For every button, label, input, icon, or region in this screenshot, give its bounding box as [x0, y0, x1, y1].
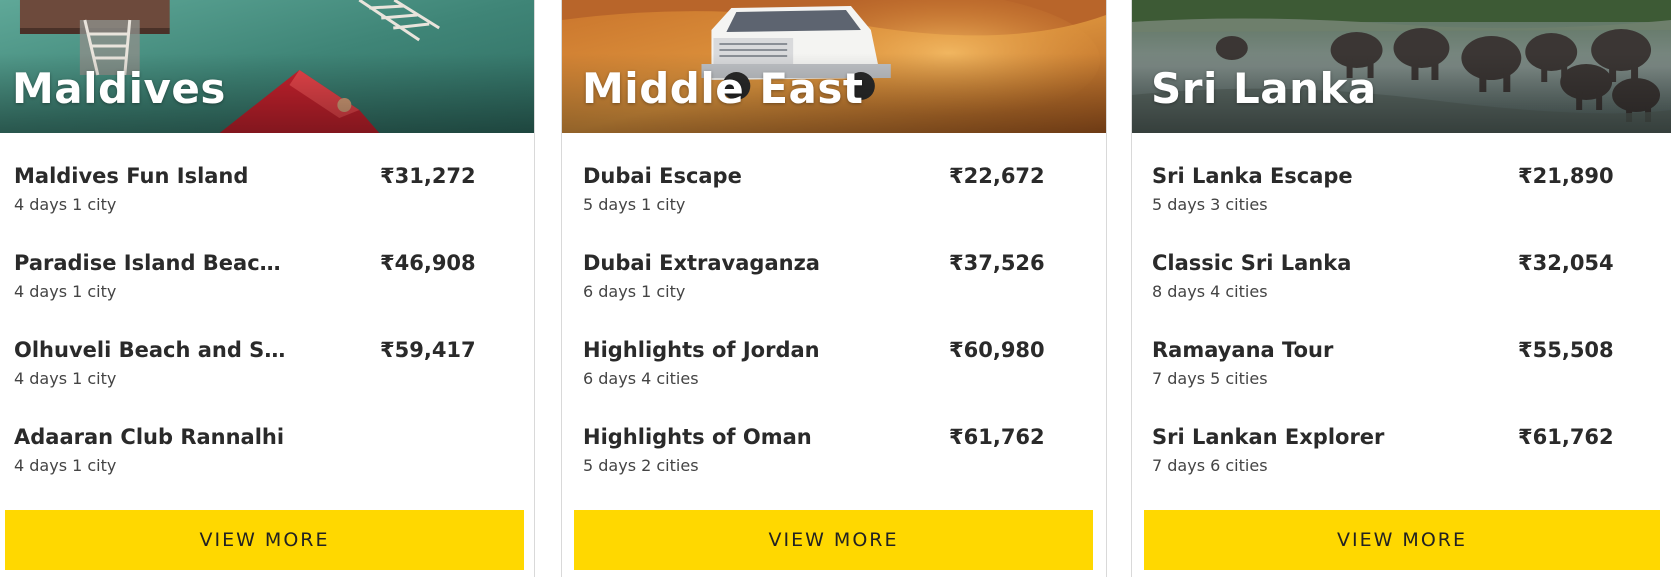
- package-list: Sri Lanka Escape ₹21,890 5 days 3 cities…: [1152, 152, 1657, 500]
- package-name: Ramayana Tour: [1152, 338, 1334, 362]
- package-duration: 4 days 1 city: [14, 282, 117, 301]
- package-duration: 5 days 3 cities: [1152, 195, 1268, 214]
- package-item[interactable]: Paradise Island Beach... ₹46,908 4 days …: [14, 239, 520, 326]
- package-name: Olhuveli Beach and Sp...: [14, 338, 294, 362]
- view-more-button[interactable]: VIEW MORE: [574, 510, 1093, 570]
- package-item[interactable]: Dubai Extravaganza ₹37,526 6 days 1 city: [583, 239, 1092, 326]
- package-name: Maldives Fun Island: [14, 164, 249, 188]
- package-duration: 7 days 5 cities: [1152, 369, 1268, 388]
- destination-card-middle-east: Middle East Dubai Escape ₹22,672 5 days …: [561, 0, 1107, 577]
- middle-east-banner-image[interactable]: Middle East: [562, 0, 1106, 133]
- package-item[interactable]: Highlights of Oman ₹61,762 5 days 2 citi…: [583, 413, 1092, 500]
- package-price: ₹32,054: [1518, 251, 1614, 275]
- package-name: Dubai Escape: [583, 164, 742, 188]
- package-price: ₹31,272: [380, 164, 476, 188]
- package-duration: 8 days 4 cities: [1152, 282, 1268, 301]
- destination-title: Sri Lanka: [1151, 64, 1377, 113]
- package-name: Classic Sri Lanka: [1152, 251, 1352, 275]
- package-item[interactable]: Adaaran Club Rannalhi 4 days 1 city: [14, 413, 520, 500]
- package-item[interactable]: Ramayana Tour ₹55,508 7 days 5 cities: [1152, 326, 1657, 413]
- package-price: ₹46,908: [380, 251, 476, 275]
- package-name: Sri Lankan Explorer: [1152, 425, 1385, 449]
- view-more-button[interactable]: VIEW MORE: [1144, 510, 1660, 570]
- package-item[interactable]: Dubai Escape ₹22,672 5 days 1 city: [583, 152, 1092, 239]
- package-name: Dubai Extravaganza: [583, 251, 820, 275]
- package-name: Sri Lanka Escape: [1152, 164, 1353, 188]
- package-item[interactable]: Maldives Fun Island ₹31,272 4 days 1 cit…: [14, 152, 520, 239]
- package-price: ₹55,508: [1518, 338, 1614, 362]
- package-item[interactable]: Classic Sri Lanka ₹32,054 8 days 4 citie…: [1152, 239, 1657, 326]
- package-price: ₹59,417: [380, 338, 476, 362]
- package-duration: 4 days 1 city: [14, 195, 117, 214]
- package-name: Adaaran Club Rannalhi: [14, 425, 285, 449]
- package-price: ₹60,980: [949, 338, 1045, 362]
- destination-card-sri-lanka: Sri Lanka Sri Lanka Escape ₹21,890 5 day…: [1131, 0, 1671, 577]
- package-duration: 7 days 6 cities: [1152, 456, 1268, 475]
- package-item[interactable]: Sri Lanka Escape ₹21,890 5 days 3 cities: [1152, 152, 1657, 239]
- package-duration: 6 days 4 cities: [583, 369, 699, 388]
- package-price: ₹22,672: [949, 164, 1045, 188]
- package-list: Maldives Fun Island ₹31,272 4 days 1 cit…: [14, 152, 520, 500]
- package-price: ₹21,890: [1518, 164, 1614, 188]
- view-more-button[interactable]: VIEW MORE: [5, 510, 524, 570]
- package-duration: 5 days 2 cities: [583, 456, 699, 475]
- package-name: Highlights of Jordan: [583, 338, 820, 362]
- package-item[interactable]: Highlights of Jordan ₹60,980 6 days 4 ci…: [583, 326, 1092, 413]
- package-duration: 4 days 1 city: [14, 456, 117, 475]
- package-name: Paradise Island Beach...: [14, 251, 294, 275]
- package-item[interactable]: Olhuveli Beach and Sp... ₹59,417 4 days …: [14, 326, 520, 413]
- package-duration: 5 days 1 city: [583, 195, 686, 214]
- package-price: ₹61,762: [949, 425, 1045, 449]
- sri-lanka-banner-image[interactable]: Sri Lanka: [1132, 0, 1671, 133]
- package-price: ₹61,762: [1518, 425, 1614, 449]
- destination-title: Middle East: [582, 64, 864, 113]
- destination-title: Maldives: [12, 64, 226, 113]
- package-price: ₹37,526: [949, 251, 1045, 275]
- destination-card-maldives: Maldives Maldives Fun Island ₹31,272 4 d…: [0, 0, 535, 577]
- maldives-banner-image[interactable]: Maldives: [0, 0, 534, 133]
- package-item[interactable]: Sri Lankan Explorer ₹61,762 7 days 6 cit…: [1152, 413, 1657, 500]
- package-duration: 6 days 1 city: [583, 282, 686, 301]
- package-list: Dubai Escape ₹22,672 5 days 1 city Dubai…: [583, 152, 1092, 500]
- package-name: Highlights of Oman: [583, 425, 812, 449]
- package-duration: 4 days 1 city: [14, 369, 117, 388]
